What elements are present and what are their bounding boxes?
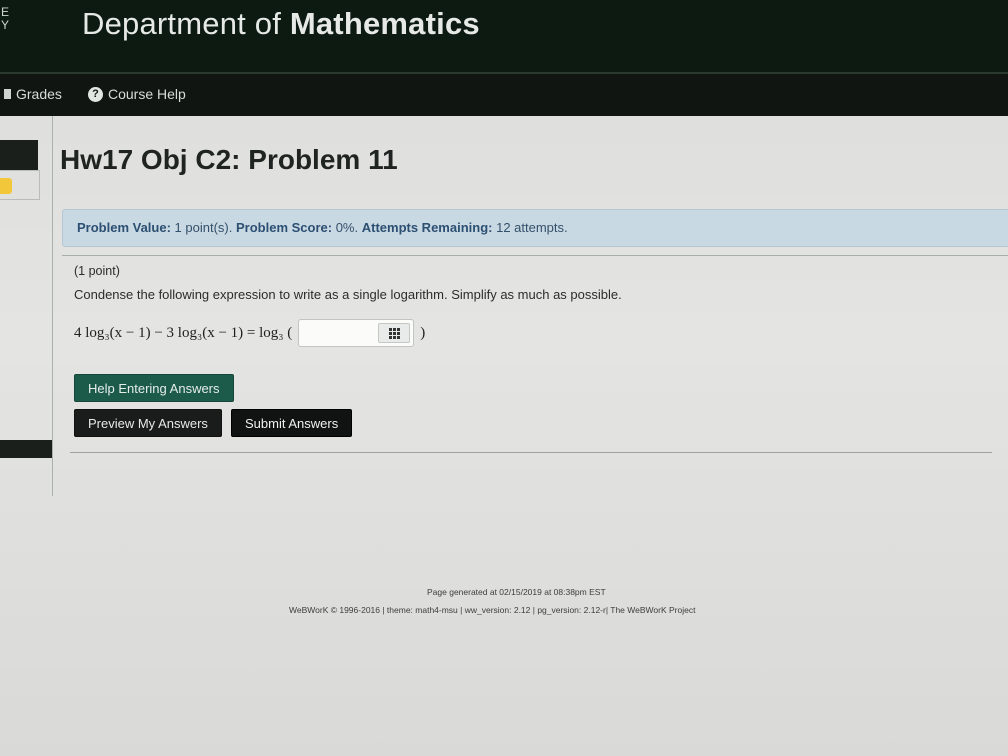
page: E Y Department of Mathematics Grades ? C… (0, 0, 1008, 756)
point-value: (1 point) (74, 264, 120, 278)
keypad-grid-icon (388, 327, 400, 339)
site-title-bold: Mathematics (289, 6, 480, 41)
equation-text: 4 log₃(x − 1) − 3 log₃(x − 1) = log₃ ( (74, 324, 293, 341)
page-title: Hw17 Obj C2: Problem 11 (60, 144, 398, 175)
attempts-remaining: 12 attempts. (496, 220, 568, 235)
grades-icon (4, 89, 11, 99)
problem-score: 0%. (335, 220, 359, 235)
problem-instruction: Condense the following expression to wri… (74, 287, 622, 302)
equation-row: 4 log₃(x − 1) − 3 log₃(x − 1) = log₃ ( ) (74, 318, 425, 348)
problem-info-box: Problem Value: 1 point(s). Problem Score… (62, 209, 1008, 247)
divider (70, 452, 992, 453)
help-entering-answers-button[interactable]: Help Entering Answers (74, 374, 234, 402)
nav-item-label: Grades (16, 86, 62, 102)
nav-item-grades[interactable]: Grades (4, 86, 62, 102)
answer-input[interactable] (298, 319, 415, 347)
problem-value: 1 point(s). (174, 220, 233, 235)
equation-close-paren: ) (420, 324, 426, 341)
footer-generated: Page generated at 02/15/2019 at 08:38pm … (427, 587, 606, 597)
main-nav: Grades ? Course Help (0, 72, 1008, 116)
nav-item-label: Course Help (108, 86, 186, 102)
divider (62, 255, 1008, 256)
preview-answers-button[interactable]: Preview My Answers (74, 409, 222, 437)
brand-header: E Y Department of Mathematics (0, 0, 1008, 72)
sidebar-fragment-bottom (0, 440, 52, 458)
status-indicator (0, 178, 12, 194)
footer-credits: WeBWorK © 1996-2016 | theme: math4-msu |… (289, 605, 696, 615)
math-keypad-button[interactable] (378, 323, 411, 343)
brand-logo-fragment: E Y (0, 5, 9, 32)
nav-item-course-help[interactable]: ? Course Help (88, 86, 186, 102)
problem-value-label: Problem Value: (77, 220, 171, 235)
problem-score-label: Problem Score: (235, 220, 333, 235)
attempts-remaining-label: Attempts Remaining: (361, 220, 493, 235)
submit-answers-button[interactable]: Submit Answers (231, 409, 353, 437)
site-title-prefix: Department of (82, 6, 290, 41)
sidebar-divider (52, 116, 53, 496)
help-circle-icon: ? (88, 86, 103, 102)
site-title: Department of Mathematics (82, 6, 480, 42)
sidebar-fragment (0, 140, 38, 170)
